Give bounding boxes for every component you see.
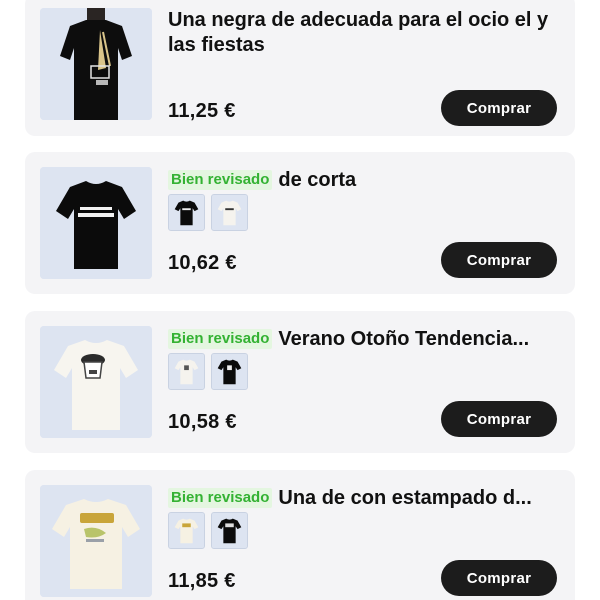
- product-title[interactable]: Bien revisado Verano Otoño Tendencia...: [168, 327, 563, 352]
- product-image[interactable]: [40, 167, 152, 279]
- product-title-text: de corta: [278, 169, 357, 191]
- black-tshirt-icon: [169, 195, 204, 230]
- product-title[interactable]: Bien revisado de corta: [168, 168, 563, 193]
- product-price: 11,85 €: [168, 570, 236, 592]
- variant-thumb[interactable]: [211, 512, 248, 549]
- cream-tshirt-icon: [169, 513, 204, 548]
- product-price: 11,25 €: [168, 100, 236, 122]
- product-title-text: Una de con estampado d...: [278, 487, 532, 509]
- variant-thumb[interactable]: [168, 353, 205, 390]
- variant-thumb[interactable]: [168, 512, 205, 549]
- product-title-text: Verano Otoño Tendencia...: [278, 328, 530, 350]
- variant-list: [168, 353, 248, 390]
- status-badge: Bien revisado: [168, 329, 273, 349]
- variant-thumb[interactable]: [211, 353, 248, 390]
- product-card[interactable]: Bien revisado Una de con estampado d... 1…: [25, 470, 575, 600]
- variant-list: [168, 512, 248, 549]
- black-tshirt-icon: [212, 513, 247, 548]
- white-tshirt-icon: [169, 354, 204, 389]
- product-card[interactable]: Bien revisado de corta 10,62 € Comprar: [25, 152, 575, 294]
- variant-list: [168, 194, 248, 231]
- product-image[interactable]: [40, 485, 152, 597]
- variant-thumb[interactable]: [211, 194, 248, 231]
- product-list: Una negra de adecuada para el ocio el y …: [0, 0, 600, 600]
- white-tshirt-graphic-icon: [40, 326, 152, 438]
- buy-button[interactable]: Comprar: [441, 560, 557, 596]
- cream-tshirt-print-icon: [40, 485, 152, 597]
- buy-button[interactable]: Comprar: [441, 242, 557, 278]
- white-tshirt-icon: [212, 195, 247, 230]
- product-image[interactable]: [40, 326, 152, 438]
- black-tshirt-logo-icon: [40, 167, 152, 279]
- product-card[interactable]: Bien revisado Verano Otoño Tendencia... 1…: [25, 311, 575, 453]
- variant-thumb[interactable]: [168, 194, 205, 231]
- buy-button[interactable]: Comprar: [441, 90, 557, 126]
- product-image[interactable]: [40, 8, 152, 120]
- buy-button[interactable]: Comprar: [441, 401, 557, 437]
- black-tshirt-icon: [212, 354, 247, 389]
- status-badge: Bien revisado: [168, 488, 273, 508]
- product-price: 10,58 €: [168, 411, 237, 433]
- black-tshirt-back-print-icon: [40, 8, 152, 120]
- product-title[interactable]: Bien revisado Una de con estampado d...: [168, 486, 563, 511]
- status-badge: Bien revisado: [168, 170, 273, 190]
- product-title[interactable]: Una negra de adecuada para el ocio el y …: [168, 8, 563, 58]
- product-card[interactable]: Una negra de adecuada para el ocio el y …: [25, 0, 575, 136]
- product-price: 10,62 €: [168, 252, 237, 274]
